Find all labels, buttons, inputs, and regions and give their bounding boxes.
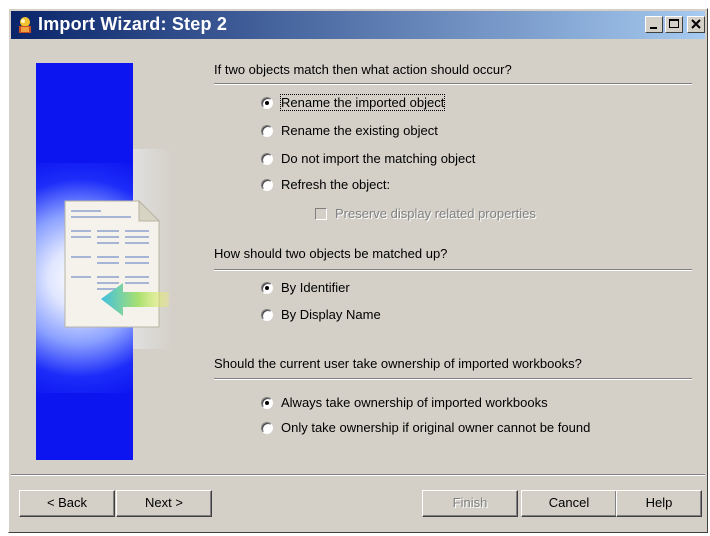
radio-button[interactable] [261, 422, 273, 434]
help-button[interactable]: Help [616, 490, 702, 517]
section1-divider [214, 83, 692, 85]
radio-button[interactable] [261, 97, 273, 109]
option-label: Do not import the matching object [281, 151, 476, 166]
wizard-icon [16, 16, 34, 34]
radio-button[interactable] [261, 397, 273, 409]
cancel-button[interactable]: Cancel [521, 490, 617, 517]
radio-button[interactable] [261, 309, 273, 321]
maximize-button[interactable] [665, 16, 683, 33]
radio-button[interactable] [261, 153, 273, 165]
option-label: Preserve display related properties [335, 206, 536, 221]
option-label: By Display Name [281, 307, 381, 322]
import-wizard-window: Import Wizard: Step 2 If two objects mat… [8, 8, 708, 533]
option-label: Only take ownership if original owner ca… [281, 420, 591, 435]
option-label: Rename the imported object [279, 94, 446, 111]
minimize-icon [650, 27, 657, 29]
back-button[interactable]: < Back [19, 490, 115, 517]
checkbox[interactable] [315, 208, 327, 220]
radio-button[interactable] [261, 282, 273, 294]
section3-divider [214, 378, 692, 380]
radio-button[interactable] [261, 179, 273, 191]
maximize-icon [669, 19, 679, 28]
close-icon [691, 19, 701, 29]
option-label: By Identifier [281, 280, 350, 295]
option-label: Refresh the object: [281, 177, 391, 192]
option-label: Always take ownership of imported workbo… [281, 395, 548, 410]
button-separator [11, 474, 705, 476]
next-button[interactable]: Next > [116, 490, 212, 517]
import-document-icon [64, 199, 169, 328]
section2-divider [214, 269, 692, 271]
action-question: If two objects match then what action sh… [214, 62, 512, 77]
option-label: Rename the existing object [281, 123, 438, 138]
title-bar[interactable]: Import Wizard: Step 2 [11, 11, 705, 39]
close-button[interactable] [687, 16, 705, 33]
minimize-button[interactable] [645, 16, 663, 33]
radio-button[interactable] [261, 125, 273, 137]
ownership-question: Should the current user take ownership o… [214, 356, 582, 371]
window-title: Import Wizard: Step 2 [38, 14, 228, 34]
finish-button[interactable]: Finish [422, 490, 518, 517]
match-question: How should two objects be matched up? [214, 246, 448, 261]
